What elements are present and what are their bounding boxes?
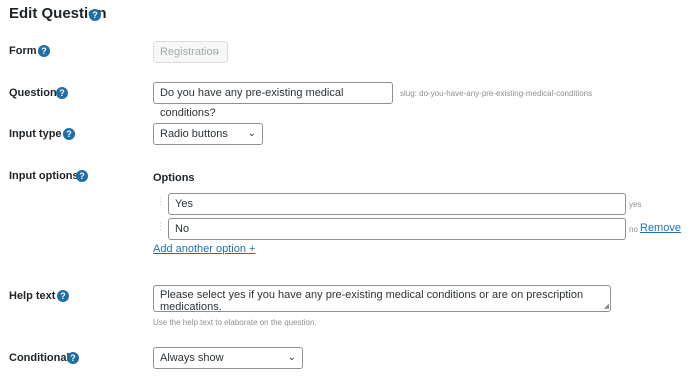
form-select-value: Registration (160, 46, 219, 58)
input-type-select-value: Radio buttons (160, 128, 228, 140)
form-label: Form (9, 45, 37, 57)
add-option-link[interactable]: Add another option + (153, 243, 255, 255)
resize-handle-icon[interactable]: ◢ (604, 302, 609, 310)
drag-handle-icon[interactable]: ⋮⋮ (156, 222, 173, 236)
form-select: Registration ⌄ (153, 41, 228, 63)
input-type-label: Input type (9, 128, 62, 140)
chevron-down-icon: ⌄ (287, 352, 296, 363)
chevron-down-icon: ⌄ (212, 46, 221, 57)
form-help-icon[interactable]: ? (38, 45, 50, 57)
conditional-help-icon[interactable]: ? (67, 352, 79, 364)
input-type-help-icon[interactable]: ? (63, 128, 75, 140)
chevron-down-icon: ⌄ (247, 128, 256, 139)
option-input-no[interactable]: No (168, 218, 626, 240)
question-help-icon[interactable]: ? (56, 87, 68, 99)
question-input[interactable]: Do you have any pre-existing medical con… (153, 82, 393, 119)
input-type-select[interactable]: Radio buttons ⌄ (153, 123, 263, 145)
options-heading: Options (153, 172, 195, 184)
drag-handle-icon[interactable]: ⋮⋮ (156, 197, 173, 211)
question-slug: slug: do-you-have-any-pre-existing-medic… (400, 89, 593, 98)
option-input-yes[interactable]: Yes (168, 193, 626, 215)
conditional-select-value: Always show (160, 352, 224, 364)
input-options-label: Input options (9, 170, 79, 182)
help-icon[interactable]: ? (89, 9, 101, 21)
help-text-textarea[interactable]: Please select yes if you have any pre-ex… (153, 285, 611, 313)
conditional-label: Conditional (9, 352, 70, 364)
input-options-help-icon[interactable]: ? (76, 170, 88, 182)
conditional-select[interactable]: Always show ⌄ (153, 347, 303, 369)
help-text-label: Help text (9, 290, 56, 302)
remove-option-link[interactable]: Remove (640, 222, 681, 234)
help-text-value: Please select yes if you have any pre-ex… (160, 289, 584, 313)
help-text-hint: Use the help text to elaborate on the qu… (153, 318, 317, 327)
help-text-help-icon[interactable]: ? (57, 290, 69, 302)
option-slug-yes: yes (629, 200, 642, 209)
question-label: Question (9, 87, 57, 99)
option-slug-no: no (629, 225, 638, 234)
